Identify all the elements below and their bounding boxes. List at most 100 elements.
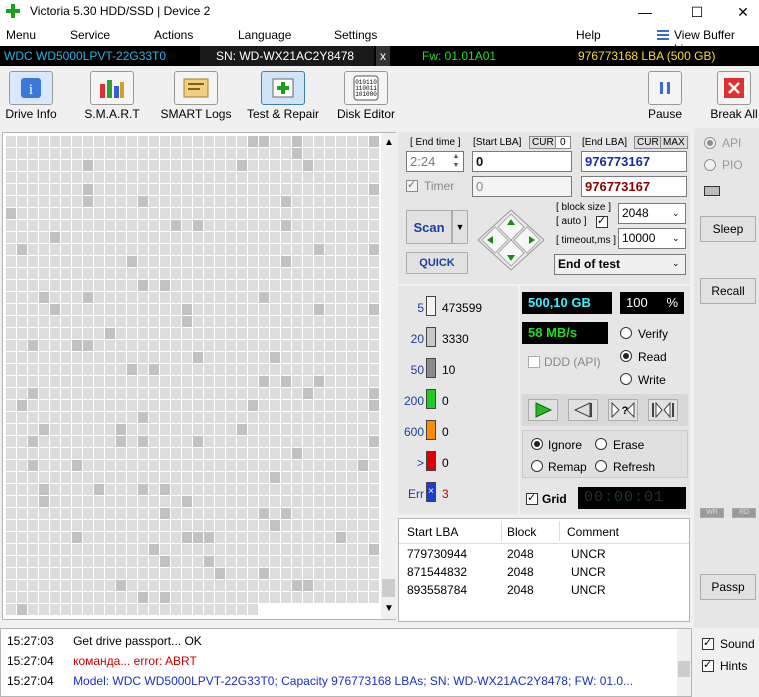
- scan-block: [39, 292, 49, 303]
- scan-block: [259, 472, 269, 483]
- smart-logs-button[interactable]: SMART Logs: [160, 68, 232, 124]
- end-max-button[interactable]: MAX: [660, 136, 688, 149]
- scan-block: [270, 316, 280, 327]
- sleep-button[interactable]: Sleep: [700, 216, 756, 242]
- hints-checkbox[interactable]: [702, 658, 714, 675]
- scan-block: [204, 280, 214, 291]
- drive-info-button[interactable]: i Drive Info: [2, 68, 60, 124]
- counter-swatch[interactable]: [426, 389, 436, 409]
- counter-swatch[interactable]: [426, 420, 436, 440]
- start-lba-input[interactable]: 0: [472, 151, 572, 172]
- end-cur-button[interactable]: CUR: [634, 136, 662, 149]
- log-scrollbar[interactable]: [677, 629, 691, 696]
- close-icon[interactable]: ✕: [720, 0, 759, 24]
- counter-swatch[interactable]: ×: [426, 482, 436, 502]
- col-start-lba[interactable]: Start LBA: [407, 525, 458, 539]
- maximize-icon[interactable]: ☐: [674, 0, 720, 24]
- play-button[interactable]: [528, 399, 558, 421]
- scan-block: [149, 172, 159, 183]
- menu-menu[interactable]: Menu: [6, 28, 36, 42]
- refresh-radio[interactable]: [595, 460, 607, 475]
- scan-block: [17, 448, 27, 459]
- menu-help[interactable]: Help: [576, 28, 601, 42]
- menu-settings[interactable]: Settings: [334, 28, 377, 42]
- api-radio[interactable]: [704, 137, 716, 152]
- disk-editor-button[interactable]: 010110 110011 101000 Disk Editor: [334, 68, 398, 124]
- time-spin-icon[interactable]: ▲ ▼: [450, 152, 462, 171]
- scan-block: [347, 316, 357, 327]
- remap-radio[interactable]: [531, 460, 543, 475]
- drive-model[interactable]: WDC WD5000LPVT-22G33T0: [0, 46, 198, 66]
- erase-radio[interactable]: [595, 438, 607, 453]
- scan-dropdown-icon[interactable]: ▼: [452, 210, 468, 244]
- quick-button[interactable]: QUICK: [406, 252, 468, 274]
- scan-block: [193, 436, 203, 447]
- sound-checkbox[interactable]: [702, 636, 714, 653]
- to-end-button[interactable]: [648, 399, 678, 421]
- scan-block: [358, 232, 368, 243]
- smart-button[interactable]: S.M.A.R.T: [80, 68, 144, 124]
- timer-input[interactable]: 0: [472, 176, 572, 197]
- ignore-radio[interactable]: [531, 438, 543, 453]
- scroll-down-icon[interactable]: ▼: [384, 603, 394, 614]
- scan-block: [116, 364, 126, 375]
- end-lba-input[interactable]: 976773167: [581, 151, 687, 172]
- scan-button[interactable]: Scan: [406, 210, 452, 244]
- menu-language[interactable]: Language: [238, 28, 291, 42]
- row-comment: UNCR: [571, 565, 606, 579]
- scan-block: [314, 328, 324, 339]
- scan-block: [83, 508, 93, 519]
- pio-radio[interactable]: [704, 159, 716, 174]
- menu-actions[interactable]: Actions: [154, 28, 193, 42]
- scan-block: [281, 376, 291, 387]
- auto-checkbox[interactable]: [596, 214, 608, 231]
- scan-block: [83, 232, 93, 243]
- counter-label: 50: [410, 363, 424, 377]
- write-radio[interactable]: [620, 373, 632, 388]
- scan-block: [39, 484, 49, 495]
- counter-swatch[interactable]: [426, 327, 436, 347]
- scan-block: [303, 172, 313, 183]
- log-text: Get drive passport... OK: [73, 634, 202, 648]
- drive-close-button[interactable]: x: [376, 46, 390, 66]
- col-block[interactable]: Block: [507, 525, 536, 539]
- ddd-checkbox[interactable]: [528, 356, 540, 371]
- pause-button[interactable]: Pause: [640, 68, 690, 124]
- scan-block: [72, 484, 82, 495]
- start-cur-button[interactable]: CUR: [529, 136, 557, 149]
- scan-block: [314, 556, 324, 567]
- verify-radio[interactable]: [620, 327, 632, 342]
- scan-block: [149, 508, 159, 519]
- counter-swatch[interactable]: [426, 358, 436, 378]
- rewind-button[interactable]: [568, 399, 598, 421]
- read-radio[interactable]: [620, 350, 632, 365]
- menu-service[interactable]: Service: [70, 28, 110, 42]
- scan-block: [105, 532, 115, 543]
- scan-block: [138, 568, 148, 579]
- counter-swatch[interactable]: [426, 296, 436, 316]
- timer-checkbox[interactable]: [406, 178, 418, 195]
- scan-block: [61, 472, 71, 483]
- scroll-up-icon[interactable]: ▲: [384, 137, 394, 148]
- scan-block: [105, 436, 115, 447]
- jump-button[interactable]: ?: [608, 399, 638, 421]
- column-divider: [559, 521, 560, 541]
- passport-button[interactable]: Passp: [700, 574, 756, 600]
- grid-scrollbar[interactable]: ▲ ▼: [381, 133, 396, 619]
- col-comment[interactable]: Comment: [567, 525, 619, 539]
- break-all-button[interactable]: Break All: [708, 68, 759, 124]
- scan-block: [347, 244, 357, 255]
- scan-block: [358, 172, 368, 183]
- test-repair-button[interactable]: Test & Repair: [244, 68, 322, 124]
- recall-button[interactable]: Recall: [700, 278, 756, 304]
- log-scroll-thumb[interactable]: [678, 661, 690, 677]
- timer-label: Timer: [424, 179, 455, 193]
- grid-checkbox[interactable]: [526, 491, 538, 508]
- end-mode-select[interactable]: End of test: [554, 254, 686, 275]
- scroll-thumb[interactable]: [382, 579, 395, 597]
- scan-block: [358, 448, 368, 459]
- end-lba-display[interactable]: 976773167: [581, 176, 687, 197]
- direction-pad[interactable]: [476, 208, 546, 272]
- minimize-icon[interactable]: —: [622, 0, 668, 24]
- counter-swatch[interactable]: [426, 451, 436, 471]
